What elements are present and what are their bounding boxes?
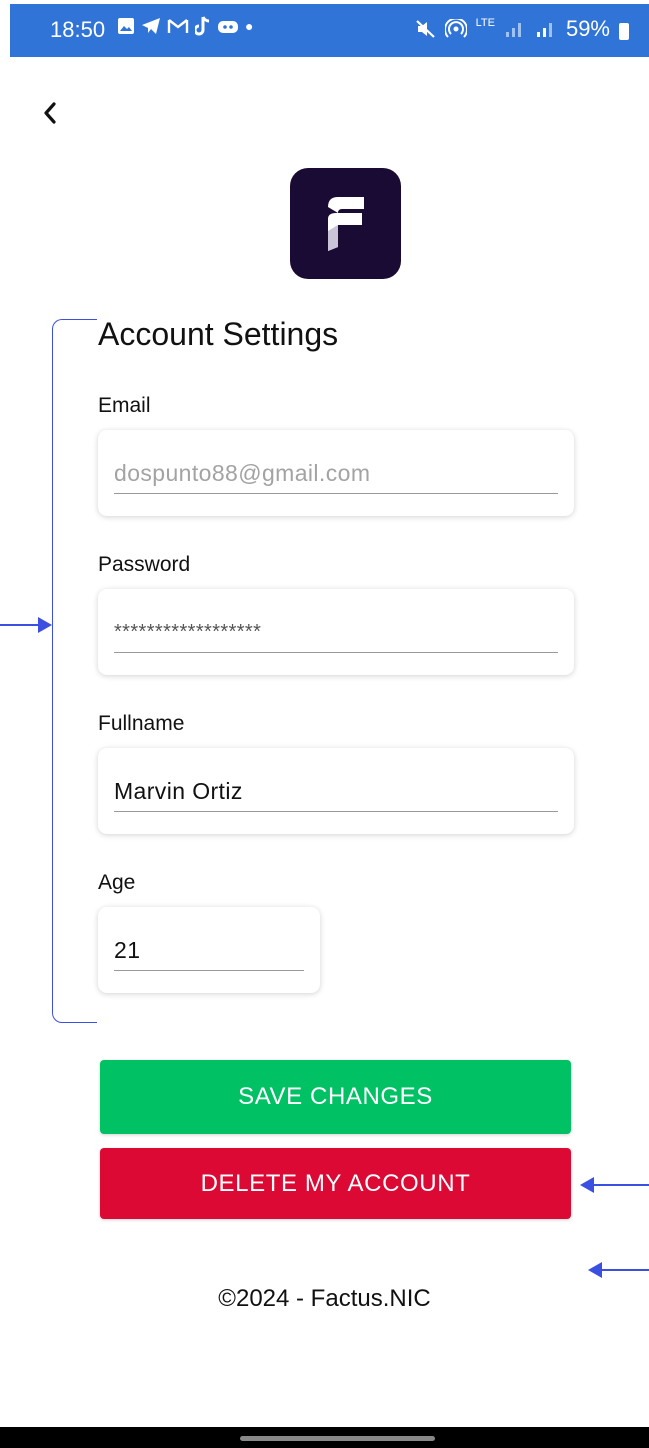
gallery-icon <box>118 18 134 34</box>
hotspot-icon <box>444 19 467 38</box>
annotation-arrow-footer <box>588 1262 649 1278</box>
status-bar: 18:50 ● LTE 59% <box>10 4 649 57</box>
email-label: Email <box>98 394 151 417</box>
save-changes-button[interactable]: SAVE CHANGES <box>100 1060 571 1134</box>
password-underline <box>114 651 558 653</box>
telegram-icon <box>142 18 160 34</box>
notification-icons: ● <box>117 16 253 36</box>
gmail-icon <box>167 18 189 33</box>
signal-icon <box>505 23 521 37</box>
mute-icon <box>415 20 435 38</box>
email-placeholder: dospunto88@gmail.com <box>114 460 371 486</box>
app-logo <box>290 168 401 279</box>
battery-icon <box>619 22 629 40</box>
discord-icon <box>218 20 238 33</box>
factus-logo-icon <box>327 196 364 251</box>
fullname-value: Marvin Ortiz <box>114 778 243 804</box>
home-gesture-handle[interactable] <box>240 1436 435 1441</box>
copyright-footer: ©2024 - Factus.NIC <box>218 1285 431 1312</box>
email-field[interactable]: dospunto88@gmail.com <box>98 430 574 516</box>
tiktok-icon <box>195 16 210 36</box>
annotation-arrow-delete <box>580 1177 649 1193</box>
age-underline <box>114 969 304 971</box>
age-value: 21 <box>114 937 141 963</box>
fullname-underline <box>114 810 558 812</box>
system-nav-bar <box>0 1427 649 1448</box>
network-type: LTE <box>475 17 495 29</box>
age-label: Age <box>98 871 136 894</box>
annotation-bracket <box>52 319 97 1023</box>
password-field[interactable]: ****************** <box>98 589 574 675</box>
system-icons: LTE 59% <box>415 16 629 42</box>
delete-account-button[interactable]: DELETE MY ACCOUNT <box>100 1148 571 1219</box>
password-label: Password <box>98 553 191 576</box>
email-underline <box>114 492 558 494</box>
chevron-left-icon <box>44 102 56 124</box>
annotation-arrow-form <box>0 617 52 633</box>
fullname-label: Fullname <box>98 712 185 735</box>
signal-icon-2 <box>536 23 552 37</box>
fullname-field[interactable]: Marvin Ortiz <box>98 748 574 834</box>
back-button[interactable] <box>34 97 66 129</box>
battery-percent: 59% <box>565 16 610 41</box>
more-dot-icon: ● <box>245 18 254 34</box>
status-time: 18:50 <box>50 17 106 42</box>
age-field[interactable]: 21 <box>98 907 320 993</box>
password-value: ****************** <box>114 621 262 643</box>
page-title: Account Settings <box>98 316 339 352</box>
